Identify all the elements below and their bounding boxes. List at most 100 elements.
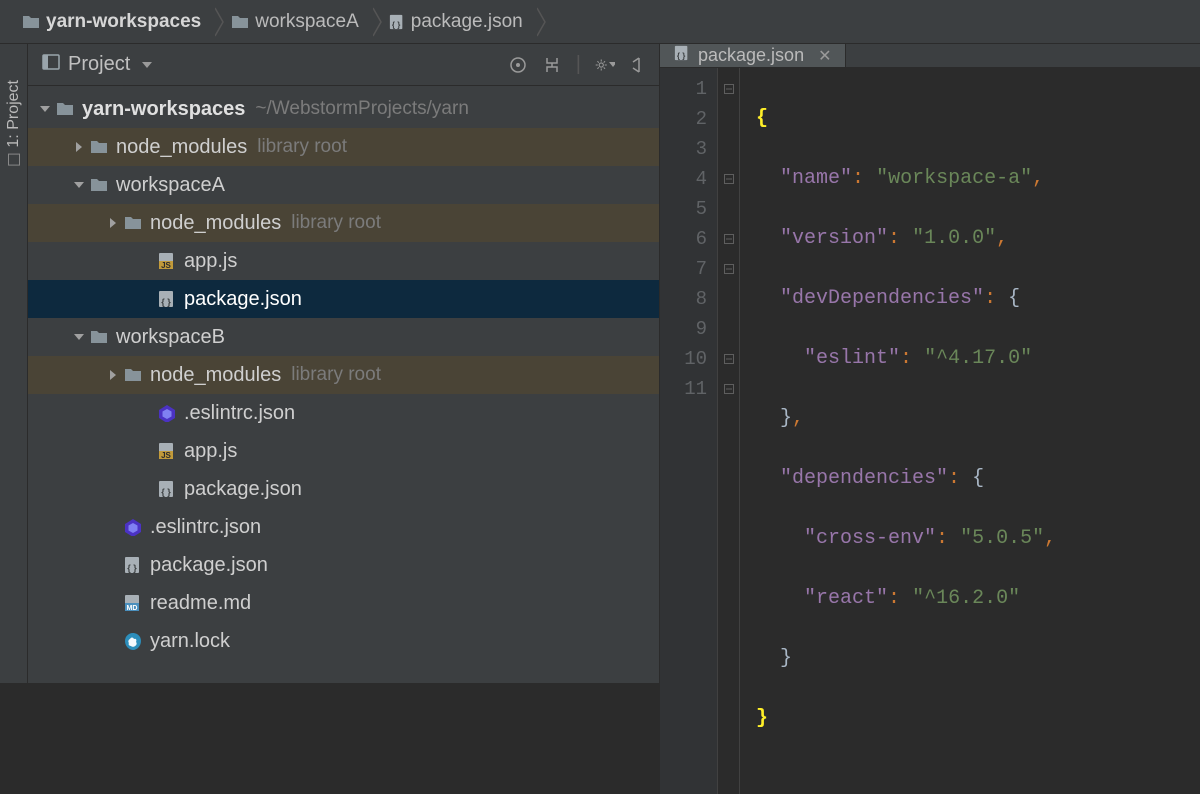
- json-icon: [156, 480, 178, 498]
- tree-row[interactable]: node_moduleslibrary root: [28, 204, 659, 242]
- tree-row[interactable]: package.json: [28, 470, 659, 508]
- fold-marker[interactable]: [718, 164, 739, 194]
- code-token: "^4.17.0": [924, 347, 1032, 370]
- collapse-all-button[interactable]: [542, 55, 562, 75]
- line-number: 8: [660, 284, 707, 314]
- fold-marker: [718, 314, 739, 344]
- tree-item-label: package.json: [184, 288, 302, 311]
- close-icon[interactable]: ✕: [818, 46, 831, 66]
- tree-row[interactable]: yarn-workspaces ~/WebstormProjects/yarn: [28, 90, 659, 128]
- tree-item-label: package.json: [150, 554, 268, 577]
- chevron-right-icon[interactable]: [70, 142, 88, 152]
- tree-item-label: yarn-workspaces: [82, 98, 245, 121]
- eslint-icon: [156, 404, 178, 422]
- fold-marker[interactable]: [718, 374, 739, 404]
- tree-row[interactable]: package.json: [28, 280, 659, 318]
- json-icon: [156, 290, 178, 308]
- line-number: 5: [660, 194, 707, 224]
- code-area[interactable]: { "name": "workspace-a", "version": "1.0…: [740, 68, 1200, 794]
- tree-item-suffix: library root: [257, 136, 347, 158]
- code-token: "version": [780, 227, 888, 250]
- tree-row[interactable]: app.js: [28, 432, 659, 470]
- project-panel: Project | yarn-workspaces ~/WebstormProje…: [28, 44, 660, 683]
- tree-item-label: node_modules: [150, 364, 281, 387]
- chevron-right-icon: [215, 0, 225, 43]
- yarn-icon: [122, 632, 144, 650]
- fold-marker: [718, 104, 739, 134]
- hide-button[interactable]: [629, 55, 649, 75]
- line-number: 10: [660, 344, 707, 374]
- code-token: "react": [804, 587, 888, 610]
- folder-icon: [88, 138, 110, 156]
- editor-tab-label: package.json: [698, 45, 804, 66]
- tree-row[interactable]: app.js: [28, 242, 659, 280]
- line-number: 1: [660, 74, 707, 104]
- breadcrumb-item-folder[interactable]: workspaceA: [225, 0, 373, 43]
- js-icon: [156, 252, 178, 270]
- tree-item-suffix: ~/WebstormProjects/yarn: [255, 98, 468, 120]
- tree-item-suffix: library root: [291, 364, 381, 386]
- fold-marker[interactable]: [718, 344, 739, 374]
- fold-marker[interactable]: [718, 254, 739, 284]
- folder-icon: [54, 100, 76, 118]
- tree-row[interactable]: node_modules library root: [28, 128, 659, 166]
- tree-row[interactable]: .eslintrc.json: [28, 394, 659, 432]
- tree-row[interactable]: workspaceB: [28, 318, 659, 356]
- fold-marker[interactable]: [718, 74, 739, 104]
- breadcrumb: yarn-workspaces workspaceA package.json: [0, 0, 1200, 44]
- tree-item-label: .eslintrc.json: [184, 402, 295, 425]
- tree-row[interactable]: .eslintrc.json: [28, 508, 659, 546]
- project-panel-title: Project: [68, 53, 130, 76]
- locate-button[interactable]: [508, 55, 528, 75]
- sidebar-tab-project[interactable]: 1: Project: [3, 74, 25, 172]
- chevron-down-icon[interactable]: [70, 332, 88, 342]
- folder-icon: [122, 366, 144, 384]
- tree-row[interactable]: yarn.lock: [28, 622, 659, 660]
- code-token: "cross-env": [804, 527, 936, 550]
- breadcrumb-label: workspaceA: [255, 11, 359, 33]
- folder-icon: [22, 13, 40, 31]
- folder-icon: [231, 13, 249, 31]
- line-number: 7: [660, 254, 707, 284]
- line-number: 4: [660, 164, 707, 194]
- tree-row[interactable]: node_modules library root: [28, 356, 659, 394]
- chevron-right-icon[interactable]: [104, 218, 122, 228]
- chevron-right-icon[interactable]: [104, 370, 122, 380]
- chevron-down-icon[interactable]: [36, 104, 54, 114]
- breadcrumb-item-file[interactable]: package.json: [383, 0, 537, 43]
- tree-item-label: workspaceB: [116, 326, 225, 349]
- project-panel-header: Project |: [28, 44, 659, 86]
- project-tool-icon: [8, 154, 20, 166]
- project-tree[interactable]: yarn-workspaces ~/WebstormProjects/yarn no…: [28, 86, 659, 683]
- code-token: "name": [780, 167, 852, 190]
- tree-item-label: workspaceA: [116, 174, 225, 197]
- breadcrumb-label: yarn-workspaces: [46, 11, 201, 33]
- editor-tabs: package.json ✕: [660, 44, 1200, 68]
- tree-item-label: node_modules: [116, 136, 247, 159]
- settings-button[interactable]: [595, 55, 615, 75]
- code-token: "workspace-a": [876, 167, 1032, 190]
- tree-row[interactable]: package.json: [28, 546, 659, 584]
- code-token: "devDependencies": [780, 287, 984, 310]
- chevron-down-icon: [142, 53, 152, 76]
- code-token: "5.0.5": [960, 527, 1044, 550]
- json-icon: [389, 13, 405, 31]
- fold-marker[interactable]: [718, 224, 739, 254]
- breadcrumb-item-root[interactable]: yarn-workspaces: [16, 0, 215, 43]
- code-token: "eslint": [804, 347, 900, 370]
- tree-row[interactable]: readme.md: [28, 584, 659, 622]
- folder-icon: [122, 214, 144, 232]
- project-icon: [42, 53, 60, 77]
- editor-tab-package-json[interactable]: package.json ✕: [660, 44, 846, 67]
- line-number: 9: [660, 314, 707, 344]
- json-icon: [674, 44, 690, 67]
- code-token: "^16.2.0": [912, 587, 1020, 610]
- tree-item-label: readme.md: [150, 592, 251, 615]
- chevron-down-icon[interactable]: [70, 180, 88, 190]
- project-view-selector[interactable]: Project: [42, 53, 152, 77]
- line-number: 2: [660, 104, 707, 134]
- tree-row[interactable]: workspaceA: [28, 166, 659, 204]
- fold-gutter[interactable]: [718, 68, 740, 794]
- breadcrumb-label: package.json: [411, 11, 523, 33]
- tree-item-label: app.js: [184, 440, 237, 463]
